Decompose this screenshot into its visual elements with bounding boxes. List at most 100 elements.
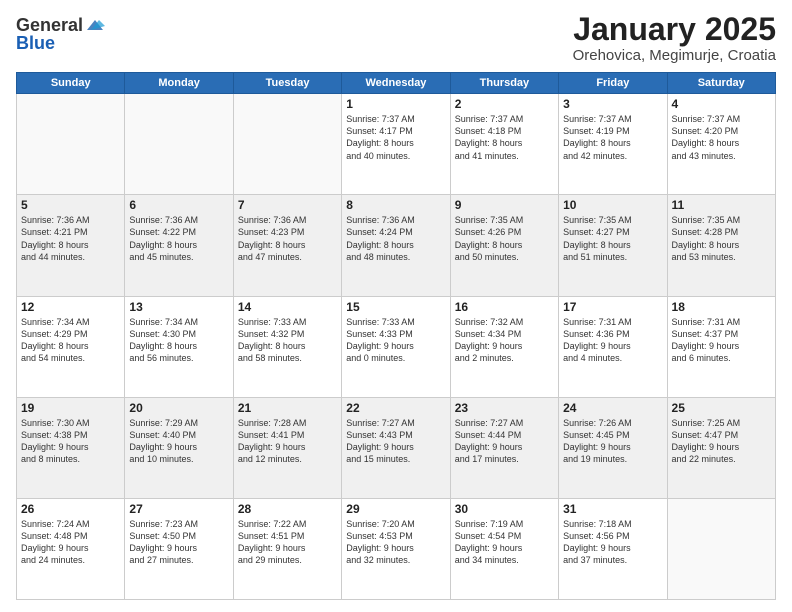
calendar-cell: 17 Sunrise: 7:31 AMSunset: 4:36 PMDayligh… — [559, 296, 667, 397]
cell-info: Sunrise: 7:36 AMSunset: 4:21 PMDaylight:… — [21, 214, 120, 263]
calendar-cell — [667, 498, 775, 599]
cell-info: Sunrise: 7:31 AMSunset: 4:37 PMDaylight:… — [672, 316, 771, 365]
header-monday: Monday — [125, 73, 233, 94]
calendar-cell — [125, 94, 233, 195]
calendar-cell: 24 Sunrise: 7:26 AMSunset: 4:45 PMDayligh… — [559, 397, 667, 498]
cell-info: Sunrise: 7:37 AMSunset: 4:20 PMDaylight:… — [672, 113, 771, 162]
header: General Blue January 2025 Orehovica, Meg… — [16, 12, 776, 64]
day-number: 26 — [21, 502, 120, 516]
calendar-cell: 14Sunrise: 7:33 AMSunset: 4:32 PMDayligh… — [233, 296, 341, 397]
day-number: 23 — [455, 401, 554, 415]
day-number: 24 — [563, 401, 662, 415]
cell-info: Sunrise: 7:36 AMSunset: 4:22 PMDaylight:… — [129, 214, 228, 263]
day-number: 28 — [238, 502, 337, 516]
calendar-cell: 8 Sunrise: 7:36 AMSunset: 4:24 PMDaylight… — [342, 195, 450, 296]
page-subtitle: Orehovica, Megimurje, Croatia — [573, 47, 776, 64]
calendar-cell: 13 Sunrise: 7:34 AMSunset: 4:30 PMDayligh… — [125, 296, 233, 397]
day-number: 9 — [455, 198, 554, 212]
day-number: 8 — [346, 198, 445, 212]
cell-info: Sunrise: 7:36 AMSunset: 4:23 PMDaylight:… — [238, 214, 337, 263]
calendar-row-0: 1Sunrise: 7:37 AMSunset: 4:17 PMDaylight… — [17, 94, 776, 195]
logo-icon — [85, 18, 105, 32]
calendar-cell: 26 Sunrise: 7:24 AMSunset: 4:48 PMDayligh… — [17, 498, 125, 599]
cell-info: Sunrise: 7:34 AMSunset: 4:30 PMDaylight:… — [129, 316, 228, 365]
calendar-row-2: 12 Sunrise: 7:34 AMSunset: 4:29 PMDayligh… — [17, 296, 776, 397]
header-tuesday: Tuesday — [233, 73, 341, 94]
calendar-cell — [233, 94, 341, 195]
weekday-header-row: Sunday Monday Tuesday Wednesday Thursday… — [17, 73, 776, 94]
calendar-cell — [17, 94, 125, 195]
cell-info: Sunrise: 7:22 AMSunset: 4:51 PMDaylight:… — [238, 518, 337, 567]
day-number: 7 — [238, 198, 337, 212]
header-friday: Friday — [559, 73, 667, 94]
cell-info: Sunrise: 7:25 AMSunset: 4:47 PMDaylight:… — [672, 417, 771, 466]
calendar-row-1: 5 Sunrise: 7:36 AMSunset: 4:21 PMDaylight… — [17, 195, 776, 296]
day-number: 11 — [672, 198, 771, 212]
calendar-cell: 18 Sunrise: 7:31 AMSunset: 4:37 PMDayligh… — [667, 296, 775, 397]
calendar-cell: 31Sunrise: 7:18 AMSunset: 4:56 PMDayligh… — [559, 498, 667, 599]
day-number: 15 — [346, 300, 445, 314]
calendar-cell: 6 Sunrise: 7:36 AMSunset: 4:22 PMDaylight… — [125, 195, 233, 296]
cell-info: Sunrise: 7:30 AMSunset: 4:38 PMDaylight:… — [21, 417, 120, 466]
day-number: 27 — [129, 502, 228, 516]
day-number: 19 — [21, 401, 120, 415]
day-number: 5 — [21, 198, 120, 212]
calendar-cell: 3Sunrise: 7:37 AMSunset: 4:19 PMDaylight… — [559, 94, 667, 195]
calendar-cell: 4Sunrise: 7:37 AMSunset: 4:20 PMDaylight… — [667, 94, 775, 195]
cell-info: Sunrise: 7:34 AMSunset: 4:29 PMDaylight:… — [21, 316, 120, 365]
cell-info: Sunrise: 7:23 AMSunset: 4:50 PMDaylight:… — [129, 518, 228, 567]
cell-info: Sunrise: 7:26 AMSunset: 4:45 PMDaylight:… — [563, 417, 662, 466]
cell-info: Sunrise: 7:18 AMSunset: 4:56 PMDaylight:… — [563, 518, 662, 567]
calendar-cell: 22Sunrise: 7:27 AMSunset: 4:43 PMDayligh… — [342, 397, 450, 498]
calendar-cell: 10Sunrise: 7:35 AMSunset: 4:27 PMDayligh… — [559, 195, 667, 296]
calendar-cell: 2 Sunrise: 7:37 AMSunset: 4:18 PMDaylight… — [450, 94, 558, 195]
calendar-cell: 20Sunrise: 7:29 AMSunset: 4:40 PMDayligh… — [125, 397, 233, 498]
day-number: 29 — [346, 502, 445, 516]
header-thursday: Thursday — [450, 73, 558, 94]
calendar-cell: 25Sunrise: 7:25 AMSunset: 4:47 PMDayligh… — [667, 397, 775, 498]
calendar-cell: 29 Sunrise: 7:20 AMSunset: 4:53 PMDayligh… — [342, 498, 450, 599]
cell-info: Sunrise: 7:27 AMSunset: 4:44 PMDaylight:… — [455, 417, 554, 466]
day-number: 12 — [21, 300, 120, 314]
calendar-cell: 27 Sunrise: 7:23 AMSunset: 4:50 PMDayligh… — [125, 498, 233, 599]
cell-info: Sunrise: 7:32 AMSunset: 4:34 PMDaylight:… — [455, 316, 554, 365]
cell-info: Sunrise: 7:36 AMSunset: 4:24 PMDaylight:… — [346, 214, 445, 263]
cell-info: Sunrise: 7:24 AMSunset: 4:48 PMDaylight:… — [21, 518, 120, 567]
cell-info: Sunrise: 7:19 AMSunset: 4:54 PMDaylight:… — [455, 518, 554, 567]
day-number: 13 — [129, 300, 228, 314]
calendar-cell: 11 Sunrise: 7:35 AMSunset: 4:28 PMDayligh… — [667, 195, 775, 296]
calendar-cell: 5 Sunrise: 7:36 AMSunset: 4:21 PMDaylight… — [17, 195, 125, 296]
day-number: 21 — [238, 401, 337, 415]
day-number: 30 — [455, 502, 554, 516]
day-number: 2 — [455, 97, 554, 111]
logo-general-text: General — [16, 16, 83, 34]
cell-info: Sunrise: 7:35 AMSunset: 4:26 PMDaylight:… — [455, 214, 554, 263]
day-number: 22 — [346, 401, 445, 415]
day-number: 18 — [672, 300, 771, 314]
cell-info: Sunrise: 7:37 AMSunset: 4:18 PMDaylight:… — [455, 113, 554, 162]
calendar-row-4: 26 Sunrise: 7:24 AMSunset: 4:48 PMDayligh… — [17, 498, 776, 599]
day-number: 17 — [563, 300, 662, 314]
calendar-cell: 12 Sunrise: 7:34 AMSunset: 4:29 PMDayligh… — [17, 296, 125, 397]
cell-info: Sunrise: 7:28 AMSunset: 4:41 PMDaylight:… — [238, 417, 337, 466]
calendar-cell: 28 Sunrise: 7:22 AMSunset: 4:51 PMDayligh… — [233, 498, 341, 599]
cell-info: Sunrise: 7:20 AMSunset: 4:53 PMDaylight:… — [346, 518, 445, 567]
calendar-cell: 15 Sunrise: 7:33 AMSunset: 4:33 PMDayligh… — [342, 296, 450, 397]
day-number: 14 — [238, 300, 337, 314]
day-number: 6 — [129, 198, 228, 212]
calendar-cell: 1Sunrise: 7:37 AMSunset: 4:17 PMDaylight… — [342, 94, 450, 195]
cell-info: Sunrise: 7:37 AMSunset: 4:19 PMDaylight:… — [563, 113, 662, 162]
header-sunday: Sunday — [17, 73, 125, 94]
header-wednesday: Wednesday — [342, 73, 450, 94]
calendar-cell: 9 Sunrise: 7:35 AMSunset: 4:26 PMDaylight… — [450, 195, 558, 296]
calendar-table: Sunday Monday Tuesday Wednesday Thursday… — [16, 72, 776, 600]
calendar-cell: 23 Sunrise: 7:27 AMSunset: 4:44 PMDayligh… — [450, 397, 558, 498]
cell-info: Sunrise: 7:33 AMSunset: 4:33 PMDaylight:… — [346, 316, 445, 365]
calendar-cell: 30 Sunrise: 7:19 AMSunset: 4:54 PMDayligh… — [450, 498, 558, 599]
day-number: 20 — [129, 401, 228, 415]
cell-info: Sunrise: 7:35 AMSunset: 4:28 PMDaylight:… — [672, 214, 771, 263]
cell-info: Sunrise: 7:31 AMSunset: 4:36 PMDaylight:… — [563, 316, 662, 365]
page-title: January 2025 — [573, 12, 776, 47]
calendar-row-3: 19 Sunrise: 7:30 AMSunset: 4:38 PMDayligh… — [17, 397, 776, 498]
day-number: 16 — [455, 300, 554, 314]
